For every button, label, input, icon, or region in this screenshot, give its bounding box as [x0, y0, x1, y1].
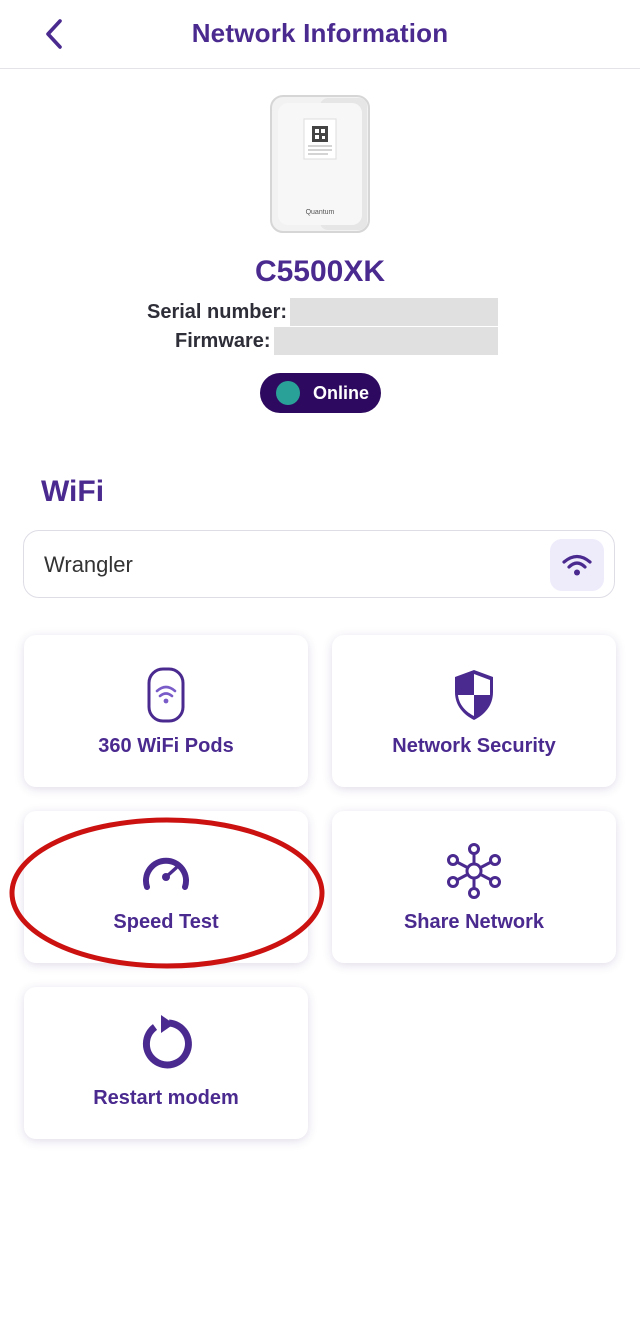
status-badge: Online [260, 373, 381, 413]
tile-label: Network Security [392, 735, 556, 757]
top-app-bar: Network Information [0, 0, 640, 69]
tile-label: 360 WiFi Pods [98, 735, 234, 757]
tile-share-network[interactable]: Share Network [332, 811, 616, 963]
modem-brand-text: Quantum [306, 209, 335, 216]
tile-360-wifi-pods[interactable]: 360 WiFi Pods [24, 635, 308, 787]
tile-label: Share Network [403, 911, 545, 933]
status-dot [276, 381, 300, 405]
wifi-network-field[interactable]: Wrangler [23, 530, 615, 598]
wifi-section-title: WiFi [41, 475, 105, 508]
network-nodes-icon [447, 843, 501, 899]
serial-number-value-redacted [290, 298, 499, 326]
wifi-pod-icon [147, 667, 185, 723]
serial-number-row: Serial number: [147, 298, 499, 326]
tile-speed-test[interactable]: Speed Test [24, 811, 308, 963]
shield-icon [455, 670, 493, 720]
firmware-label: Firmware: [175, 329, 271, 352]
wifi-settings-button[interactable] [550, 539, 604, 591]
tile-label: Speed Test [113, 911, 219, 933]
wifi-network-name: Wrangler [44, 552, 133, 577]
firmware-value-redacted [273, 327, 498, 355]
device-model: C5500XK [254, 255, 386, 288]
page-title: Network Information [191, 18, 449, 48]
tile-label: Restart modem [93, 1087, 239, 1109]
tile-network-security[interactable]: Network Security [332, 635, 616, 787]
tile-restart-modem[interactable]: Restart modem [24, 987, 308, 1139]
status-text: Online [313, 382, 370, 403]
serial-number-label: Serial number: [147, 300, 288, 323]
firmware-row: Firmware: [175, 327, 498, 355]
modem-image: Quantum [270, 95, 370, 233]
wifi-icon [562, 554, 592, 576]
restart-icon [142, 1015, 192, 1069]
speedometer-icon [143, 857, 189, 890]
